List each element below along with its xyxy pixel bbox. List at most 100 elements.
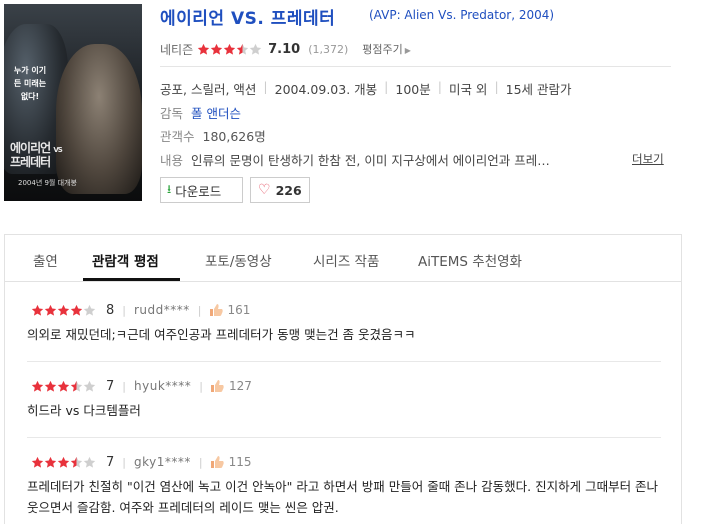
rating-score: 7.10 <box>268 41 301 57</box>
review-item: 7 | gky1**** | 115 프레데터가 친절히 "이건 염산에 녹고 … <box>27 454 661 518</box>
rate-button-label: 평점주기 <box>362 43 403 56</box>
review-score: 7 <box>106 454 115 470</box>
star-icon <box>57 380 70 392</box>
download-button-label: 다운로드 <box>175 183 222 199</box>
divider <box>27 361 661 362</box>
star-icon <box>31 380 44 392</box>
more-link[interactable]: 더보기 <box>632 151 664 167</box>
divider <box>160 66 671 67</box>
review-user[interactable]: hyuk**** <box>134 379 191 393</box>
review-user[interactable]: gky1**** <box>134 455 191 469</box>
thumbs-up-icon <box>210 456 224 468</box>
like-button[interactable]: ♡ 226 <box>250 177 310 203</box>
tab-aitems-recommend[interactable]: AiTEMS 추천영화 <box>418 250 522 270</box>
separator: | <box>494 79 499 94</box>
star-icon <box>70 304 83 316</box>
star-icon <box>57 304 70 316</box>
star-icon <box>44 456 57 468</box>
review-header: 7 | hyuk**** | 127 <box>27 378 661 394</box>
review-stars <box>31 456 96 469</box>
movie-info-item: 100분 <box>395 82 431 97</box>
poster-predator-figure <box>56 44 142 194</box>
synopsis-text: 인류의 문명이 탄생하기 한참 전, 이미 지구상에서 에이리언과 프레… <box>191 153 550 168</box>
review-score: 7 <box>106 378 115 394</box>
active-tab-indicator <box>83 278 180 281</box>
rating-row: 네티즌 7.10 (1,372) 평점주기 ▶ <box>160 40 411 58</box>
star-icon <box>70 456 83 468</box>
star-icon <box>83 456 96 468</box>
review-like-button[interactable]: 127 <box>210 379 252 393</box>
thumbs-up-icon <box>210 380 224 392</box>
review-score: 8 <box>106 302 115 318</box>
viewers-count: 180,626명 <box>202 129 266 144</box>
tab-photo-video[interactable]: 포토/동영상 <box>205 250 272 270</box>
separator: | <box>263 79 268 94</box>
poster-title-vs: VS <box>53 146 63 154</box>
separator: | <box>122 455 126 469</box>
viewers-label: 관객수 <box>160 129 195 144</box>
director-label: 감독 <box>160 106 184 121</box>
separator: | <box>122 379 126 393</box>
star-icon <box>83 380 96 392</box>
review-like-button[interactable]: 161 <box>209 303 251 317</box>
poster-date: 2004년 9월 대개봉 <box>18 179 77 187</box>
review-like-button[interactable]: 115 <box>210 455 252 469</box>
director-link[interactable]: 폴 앤더슨 <box>191 106 241 121</box>
separator: | <box>199 379 203 393</box>
movie-info-row: 공포, 스릴러, 액션 | 2004.09.03. 개봉 | 100분 | 미국 외 | 15세… <box>160 79 572 98</box>
director-row: 감독 폴 앤더슨 <box>160 103 241 122</box>
separator: | <box>198 455 203 469</box>
star-icon <box>210 43 223 55</box>
heart-icon: ♡ <box>258 182 271 198</box>
movie-info-item: 미국 외 <box>448 82 488 97</box>
review-header: 8 | rudd**** | 161 <box>27 302 661 318</box>
star-icon <box>31 456 44 468</box>
like-count: 226 <box>275 182 302 198</box>
review-like-count: 161 <box>227 303 251 317</box>
rating-stars <box>197 43 262 56</box>
review-stars <box>31 304 96 317</box>
tab-audience-reviews[interactable]: 관람객 평점 <box>92 250 159 270</box>
star-icon <box>223 43 236 55</box>
poster-title-line1: 에이리언 <box>10 141 51 155</box>
poster-tagline: 누가 이기든 미래는 없다! <box>13 66 47 101</box>
synopsis-label: 내용 <box>160 153 184 168</box>
star-icon <box>57 456 70 468</box>
poster-title: 에이리언 VS 프레데터 <box>10 141 63 169</box>
separator: | <box>437 79 442 94</box>
movie-title[interactable]: 에이리언 VS. 프레데터 <box>160 4 335 29</box>
synopsis-row: 내용 인류의 문명이 탄생하기 한참 전, 이미 지구상에서 에이리언과 프레… <box>160 150 680 169</box>
rating-label: 네티즌 <box>160 42 194 57</box>
movie-info-item: 공포, 스릴러, 액션 <box>160 82 257 97</box>
star-icon <box>70 380 83 392</box>
movie-info-item: 2004.09.03. 개봉 <box>274 82 378 97</box>
movie-poster[interactable]: 누가 이기든 미래는 없다! 에이리언 VS 프레데터 2004년 9월 대개봉 <box>4 4 142 201</box>
review-user[interactable]: rudd**** <box>134 303 190 317</box>
review-stars <box>31 380 96 393</box>
movie-subtitle: (AVP: Alien Vs. Predator, 2004) <box>369 8 555 22</box>
separator: | <box>122 303 126 317</box>
tab-bar: 출연 관람객 평점 포토/동영상 시리즈 작품 AiTEMS 추천영화 <box>5 235 681 282</box>
chevron-right-icon: ▶ <box>404 46 411 55</box>
star-icon <box>249 43 262 55</box>
poster-title-line2: 프레데터 <box>10 155 51 169</box>
viewers-row: 관객수 180,626명 <box>160 126 266 145</box>
tab-cast[interactable]: 출연 <box>33 250 58 270</box>
rating-votes: (1,372) <box>308 42 349 56</box>
star-icon <box>236 43 249 55</box>
movie-info-item: 15세 관람가 <box>505 82 572 97</box>
star-icon <box>44 304 57 316</box>
review-like-count: 127 <box>228 379 252 393</box>
review-like-count: 115 <box>228 455 252 469</box>
rate-button[interactable]: 평점주기 ▶ <box>362 41 411 57</box>
download-button[interactable]: ⭳ 다운로드 <box>160 177 243 203</box>
separator: | <box>197 303 202 317</box>
review-header: 7 | gky1**** | 115 <box>27 454 661 470</box>
review-text: 프레데터가 친절히 "이건 염산에 녹고 이건 안녹아" 라고 하면서 방패 만… <box>27 479 659 515</box>
tab-series[interactable]: 시리즈 작품 <box>313 250 379 270</box>
thumbs-up-icon <box>209 304 223 316</box>
review-item: 7 | hyuk**** | 127 히드라 vs 다크템플러 <box>27 378 661 421</box>
star-icon <box>197 43 210 55</box>
star-icon <box>44 380 57 392</box>
review-text: 의외로 재밌던데;ㅋ근데 여주인공과 프레데터가 동맹 맺는건 좀 웃겼음ㅋㅋ <box>27 327 416 342</box>
